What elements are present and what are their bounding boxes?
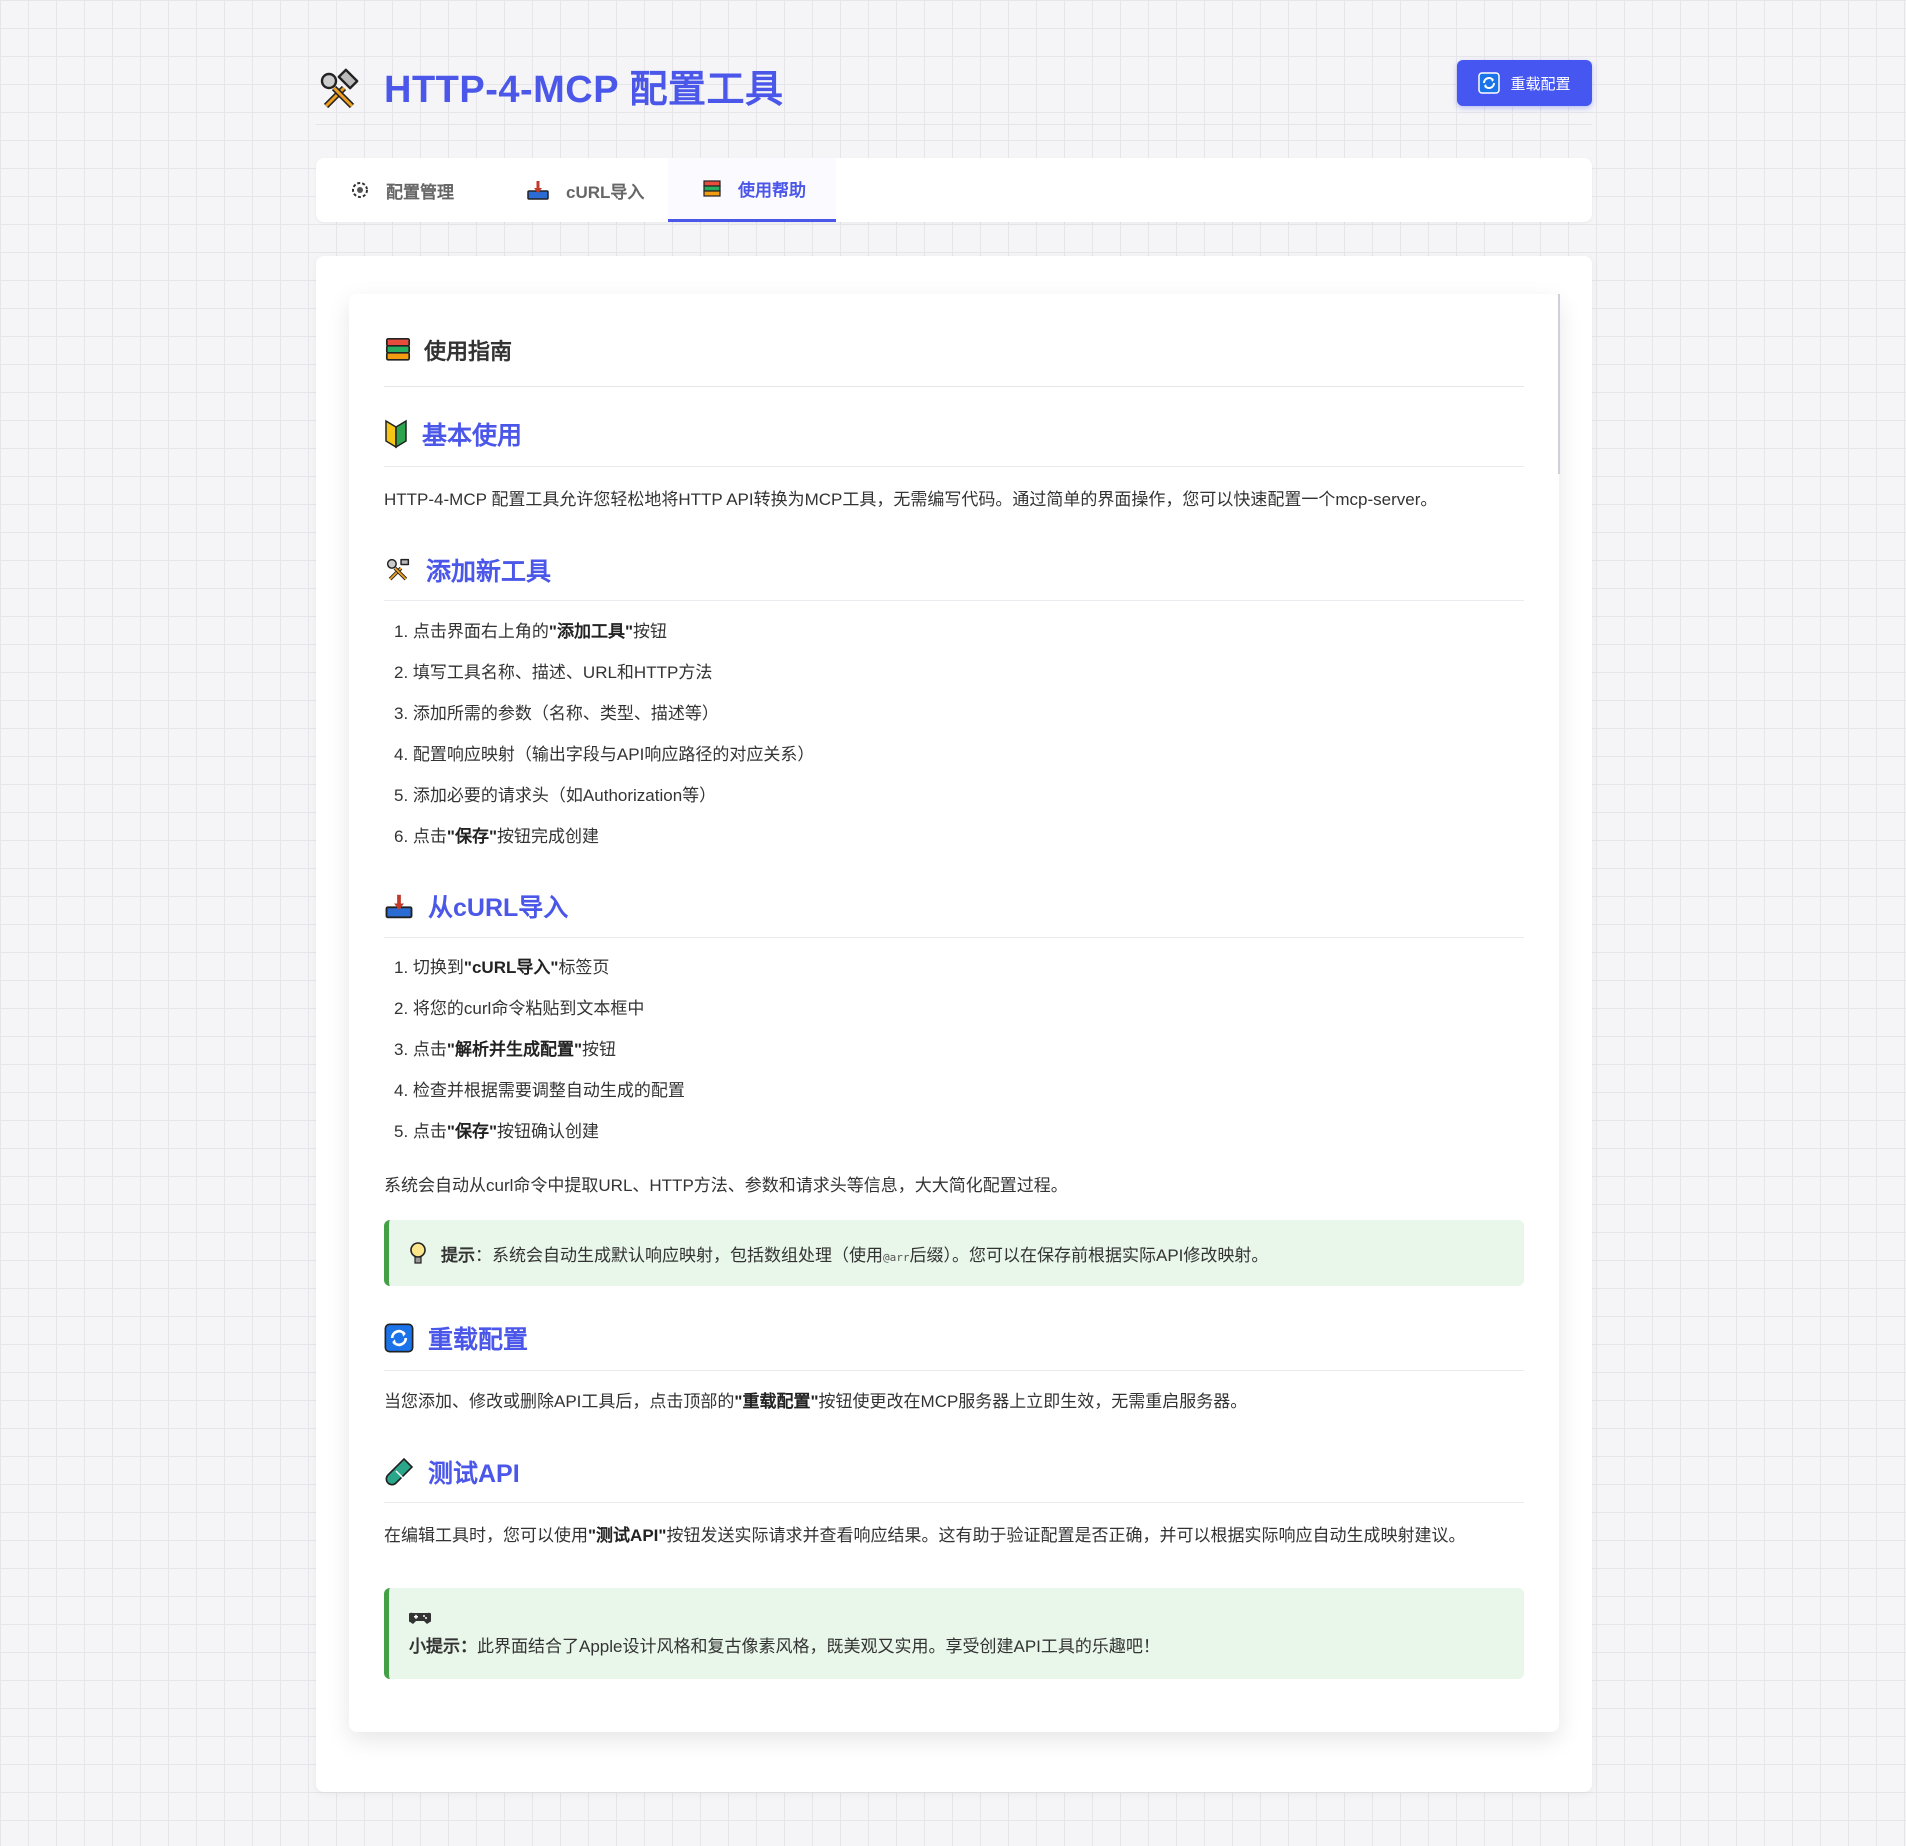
hammer-wrench-icon [386, 558, 410, 581]
divider [384, 1502, 1524, 1503]
gear-icon [352, 182, 368, 198]
list-item: 3. 添加所需的参数（名称、类型、描述等） [394, 704, 719, 723]
books-icon [703, 179, 721, 197]
tip-box: 提示：系统会自动生成默认响应映射，包括数组处理（使用@arr后缀）。您可以在保存… [384, 1220, 1524, 1286]
tab-bar: 配置管理 cURL导入 使用帮助 [316, 158, 1592, 222]
list-item: 2. 填写工具名称、描述、URL和HTTP方法 [394, 663, 713, 682]
curl-steps: 1. 切换到"cURL导入"标签页 2. 将您的curl命令粘贴到文本框中 3.… [394, 956, 685, 1161]
tab-config-management[interactable]: 配置管理 [316, 158, 484, 222]
tab-label: cURL导入 [566, 182, 645, 202]
divider [384, 937, 1524, 938]
books-icon [385, 337, 411, 361]
list-item: 3. 点击"解析并生成配置"按钮 [394, 1040, 617, 1059]
list-item: 5. 添加必要的请求头（如Authorization等） [394, 786, 717, 805]
guide-title: 使用指南 [384, 334, 512, 366]
tip-text: 提示：系统会自动生成默认响应映射，包括数组处理（使用@arr后缀）。您可以在保存… [441, 1245, 1269, 1265]
list-item: 1. 切换到"cURL导入"标签页 [394, 958, 610, 977]
section-title-text: 重载配置 [428, 1326, 529, 1354]
code-snippet: @arr [883, 1250, 910, 1264]
list-item: 4. 检查并根据需要调整自动生成的配置 [394, 1081, 685, 1100]
gamepad-icon [409, 1612, 431, 1624]
divider [384, 466, 1524, 467]
reload-button-label: 重载配置 [1510, 75, 1571, 93]
guide-title-text: 使用指南 [424, 339, 513, 364]
app-header: HTTP-4-MCP 配置工具 重载配置 [316, 60, 1592, 124]
tab-label: 使用帮助 [738, 181, 806, 200]
list-item: 5. 点击"保存"按钮确认创建 [394, 1122, 600, 1141]
test-tube-icon [385, 1457, 414, 1486]
tab-help[interactable]: 使用帮助 [668, 158, 836, 222]
list-item: 1. 点击界面右上角的"添加工具"按钮 [394, 622, 668, 641]
refresh-icon [1478, 72, 1501, 94]
lightbulb-icon [410, 1242, 426, 1264]
list-item: 4. 配置响应映射（输出字段与API响应路径的对应关系） [394, 745, 815, 764]
section-title-text: 添加新工具 [426, 558, 552, 586]
divider [384, 1370, 1524, 1371]
section-title-text: 基本使用 [422, 422, 523, 450]
section-title-add-tool: 添加新工具 [384, 552, 551, 588]
reload-config-button[interactable]: 重载配置 [1457, 60, 1592, 106]
section-title-curl: 从cURL导入 [384, 888, 568, 924]
add-tool-steps: 1. 点击界面右上角的"添加工具"按钮 2. 填写工具名称、描述、URL和HTT… [394, 620, 814, 866]
inbox-tray-icon [527, 181, 549, 200]
section-title-text: 从cURL导入 [428, 894, 569, 922]
tab-label: 配置管理 [386, 182, 454, 202]
reload-text: 当您添加、修改或删除API工具后，点击顶部的"重载配置"按钮使更改在MCP服务器… [384, 1392, 1248, 1411]
refresh-icon [384, 1323, 414, 1353]
app-title: HTTP-4-MCP 配置工具 [384, 69, 784, 111]
final-tip-box: 小提示：此界面结合了Apple设计风格和复古像素风格，既美观又实用。享受创建AP… [384, 1588, 1524, 1679]
final-tip-text: 小提示：此界面结合了Apple设计风格和复古像素风格，既美观又实用。享受创建AP… [409, 1637, 1160, 1656]
curl-note: 系统会自动从curl命令中提取URL、HTTP方法、参数和请求头等信息，大大简化… [384, 1176, 1068, 1195]
test-api-text: 在编辑工具时，您可以使用"测试API"按钮发送实际请求并查看响应结果。这有助于验… [384, 1526, 1466, 1545]
scrollbar[interactable] [1558, 294, 1560, 474]
section-title-reload: 重载配置 [384, 1320, 528, 1356]
inbox-tray-icon [385, 894, 413, 919]
section-title-test-api: 测试API [384, 1454, 520, 1490]
header-divider [316, 124, 1592, 125]
section-title-text: 测试API [428, 1460, 520, 1488]
list-item: 2. 将您的curl命令粘贴到文本框中 [394, 999, 645, 1018]
section-title-basic: 基本使用 [384, 416, 522, 452]
hammer-wrench-icon [320, 68, 359, 109]
divider [384, 386, 1524, 387]
divider [384, 600, 1524, 601]
tab-curl-import[interactable]: cURL导入 [492, 158, 674, 222]
beginner-icon [385, 419, 407, 449]
basic-usage-text: HTTP-4-MCP 配置工具允许您轻松地将HTTP API转换为MCP工具，无… [384, 490, 1438, 509]
list-item: 6. 点击"保存"按钮完成创建 [394, 827, 600, 846]
